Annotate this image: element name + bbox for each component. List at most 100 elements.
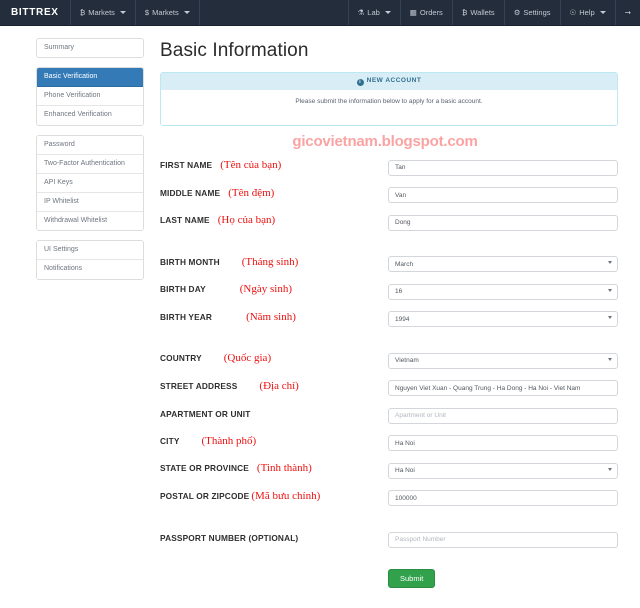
middle-name-label-cell: MIDDLE NAME (Tên đệm) xyxy=(160,187,388,199)
chevron-down-icon xyxy=(384,11,391,14)
sidebar-item-withdrawal-whitelist[interactable]: Withdrawal Whitelist xyxy=(37,212,143,231)
nav-item-logout[interactable]: ➞ xyxy=(614,0,640,25)
birth-day-field-cell xyxy=(388,280,618,300)
sidebar-item-notifications[interactable]: Notifications xyxy=(37,260,143,279)
birth-month-label-cell: BIRTH MONTH (Tháng sinh) xyxy=(160,255,388,268)
first-name-label-cell: FIRST NAME (Tên của bạn) xyxy=(160,160,388,171)
middle-name-label: MIDDLE NAME xyxy=(160,187,221,198)
form-row-apartment: APARTMENT OR UNIT xyxy=(160,404,618,424)
sidebar-group-verification: Basic Verification Phone Verification En… xyxy=(36,67,144,126)
chevron-down-icon xyxy=(119,11,126,14)
last-name-field-cell xyxy=(388,211,618,231)
sidebar-item-two-factor-authentication[interactable]: Two-Factor Authentication xyxy=(37,154,143,174)
logout-icon: ➞ xyxy=(624,7,631,17)
city-label-cell: CITY (Thành phố) xyxy=(160,434,388,447)
main-panel: Basic Information i NEW ACCOUNT Please su… xyxy=(144,38,626,588)
last-name-input[interactable] xyxy=(388,214,618,231)
nav-item-usd-markets[interactable]: $ Markets xyxy=(136,0,200,25)
birth-year-label: BIRTH YEAR xyxy=(160,311,213,322)
nav-item-settings[interactable]: ⚙ Settings xyxy=(503,0,560,25)
birth-year-select[interactable] xyxy=(388,311,618,327)
sidebar-item-enhanced-verification[interactable]: Enhanced Verification xyxy=(37,106,143,125)
page-title: Basic Information xyxy=(160,40,309,61)
birth-month-field-cell xyxy=(388,253,618,272)
postal-zipcode-input[interactable] xyxy=(388,490,618,506)
country-field-cell xyxy=(388,349,618,369)
street-address-field-cell xyxy=(388,377,618,396)
sidebar-item-ip-whitelist[interactable]: IP Whitelist xyxy=(37,192,143,213)
postal-zipcode-field-cell xyxy=(388,487,618,506)
settings-sidebar: Summary Basic Verification Phone Verific… xyxy=(14,38,144,588)
navbar-right-group: ⚗ Lab ▦ Orders ₿ Wallets ⚙ Settings ☉ He… xyxy=(347,0,640,25)
middle-name-input[interactable] xyxy=(388,187,618,203)
sidebar-item-label: Notifications xyxy=(44,265,83,273)
country-select[interactable] xyxy=(388,352,618,369)
last-name-label-cell: LAST NAME (Họ của bạn) xyxy=(160,215,388,226)
passport-number-field-cell xyxy=(388,528,618,548)
nav-item-wallets[interactable]: ₿ Wallets xyxy=(451,0,504,25)
apartment-label-cell: APARTMENT OR UNIT xyxy=(160,409,388,419)
country-label: COUNTRY xyxy=(160,353,202,364)
bitcoin-icon: ₿ xyxy=(79,7,86,17)
help-circle-icon: ☉ xyxy=(569,7,577,17)
nav-item-orders-label: Orders xyxy=(419,8,443,17)
last-name-label: LAST NAME xyxy=(160,215,210,226)
brand-label: BITTREX xyxy=(11,7,59,18)
birth-month-label: BIRTH MONTH xyxy=(160,256,220,267)
watermark-text: gicovietnam.blogspot.com xyxy=(292,133,478,150)
sidebar-item-label: UI Settings xyxy=(44,246,79,254)
birth-year-label-vi: (Năm sinh) xyxy=(246,310,296,323)
street-address-input[interactable] xyxy=(388,380,618,396)
top-navbar: BITTREX ₿ Markets $ Markets ⚗ Lab ▦ Orde… xyxy=(0,0,640,26)
birth-month-select[interactable] xyxy=(388,256,618,272)
state-province-label-vi: (Tinh thành) xyxy=(256,462,312,475)
city-input[interactable] xyxy=(388,435,618,451)
form-row-first-name: FIRST NAME (Tên của bạn) xyxy=(160,156,618,176)
apartment-input[interactable] xyxy=(388,407,618,424)
birth-day-select[interactable] xyxy=(388,283,618,300)
city-label: CITY xyxy=(160,435,180,446)
sidebar-item-label: Phone Verification xyxy=(44,92,101,100)
submit-button[interactable]: Submit xyxy=(388,568,436,588)
dollar-icon: $ xyxy=(144,7,150,17)
form-row-birth-day: BIRTH DAY (Ngày sinh) xyxy=(160,280,618,300)
sidebar-item-password[interactable]: Password xyxy=(37,135,143,155)
passport-number-input[interactable] xyxy=(388,531,618,548)
apartment-label: APARTMENT OR UNIT xyxy=(160,408,251,419)
birth-day-label-vi: (Ngày sinh) xyxy=(239,283,293,296)
street-address-label-cell: STREET ADDRESS (Địa chỉ) xyxy=(160,379,388,392)
new-account-panel: i NEW ACCOUNT Please submit the informati… xyxy=(160,72,618,126)
birth-day-label-cell: BIRTH DAY (Ngày sinh) xyxy=(160,284,388,295)
page-root: BITTREX ₿ Markets $ Markets ⚗ Lab ▦ Orde… xyxy=(0,0,640,608)
sidebar-item-label: Withdrawal Whitelist xyxy=(44,217,108,225)
sidebar-item-api-keys[interactable]: API Keys xyxy=(37,173,143,193)
middle-name-field-cell xyxy=(388,184,618,203)
nav-item-btc-markets-label: Markets xyxy=(88,8,115,17)
form-row-postal-zipcode: POSTAL OR ZIPCODE (Mã bưu chính) xyxy=(160,487,618,506)
sidebar-item-basic-verification[interactable]: Basic Verification xyxy=(37,68,143,88)
street-address-label-vi: (Địa chỉ) xyxy=(259,379,299,392)
state-province-label-cell: STATE OR PROVINCE (Tinh thành) xyxy=(160,463,388,474)
gear-icon: ⚙ xyxy=(513,7,521,17)
city-label-vi: (Thành phố) xyxy=(201,434,257,447)
content-area: Summary Basic Verification Phone Verific… xyxy=(0,26,640,588)
nav-item-orders[interactable]: ▦ Orders xyxy=(399,0,452,25)
chevron-down-icon xyxy=(183,11,190,14)
sidebar-item-ui-settings[interactable]: UI Settings xyxy=(37,241,143,261)
nav-item-help[interactable]: ☉ Help xyxy=(559,0,615,25)
sidebar-group-security: Password Two-Factor Authentication API K… xyxy=(36,134,144,232)
nav-item-settings-label: Settings xyxy=(523,8,551,17)
state-province-select[interactable] xyxy=(388,462,618,479)
country-label-vi: (Quốc gia) xyxy=(223,352,272,365)
first-name-field-cell xyxy=(388,156,618,176)
submit-row: Submit xyxy=(160,568,618,588)
brand-logo[interactable]: BITTREX xyxy=(0,0,71,25)
nav-item-btc-markets[interactable]: ₿ Markets xyxy=(71,0,136,25)
first-name-input[interactable] xyxy=(388,159,618,176)
country-label-cell: COUNTRY (Quốc gia) xyxy=(160,353,388,364)
birth-month-label-vi: (Tháng sinh) xyxy=(241,255,299,268)
sidebar-item-summary[interactable]: Summary xyxy=(37,39,143,58)
sidebar-item-label: Summary xyxy=(44,44,74,51)
nav-item-lab[interactable]: ⚗ Lab xyxy=(347,0,400,25)
sidebar-item-phone-verification[interactable]: Phone Verification xyxy=(37,87,143,107)
